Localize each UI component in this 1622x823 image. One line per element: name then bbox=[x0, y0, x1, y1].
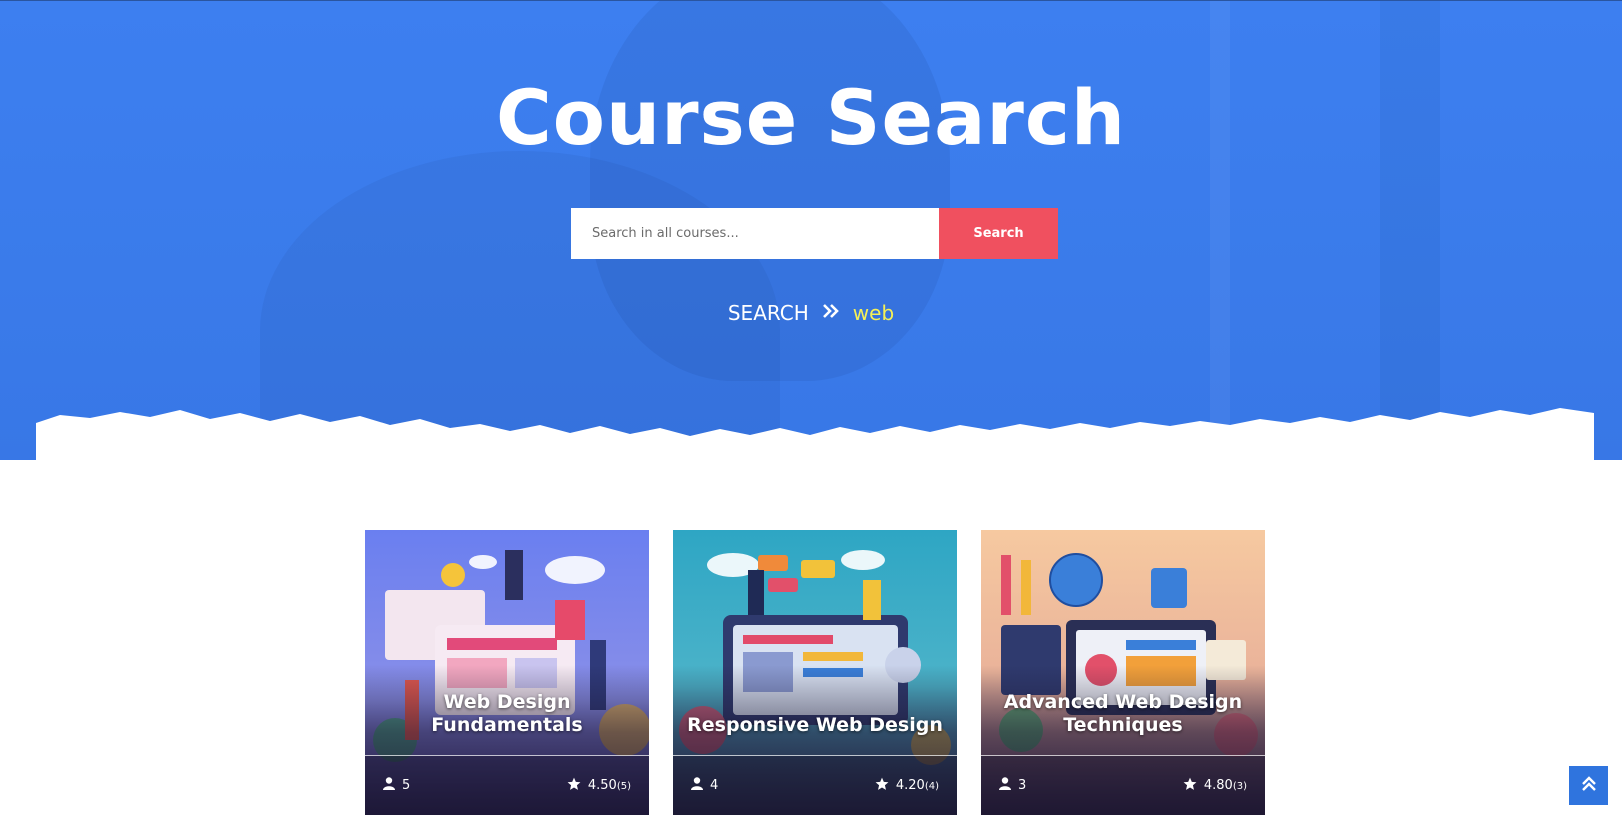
course-title[interactable]: Responsive Web Design bbox=[683, 714, 947, 737]
rating-value: 4.80 bbox=[1203, 778, 1233, 793]
breadcrumb: SEARCH web bbox=[0, 301, 1622, 325]
hero-banner: Course Search Search SEARCH web bbox=[0, 0, 1622, 460]
star-icon bbox=[1183, 777, 1197, 795]
course-title[interactable]: Advanced Web Design Techniques bbox=[991, 691, 1255, 737]
course-title[interactable]: Web Design Fundamentals bbox=[375, 691, 639, 737]
rating-count: (3) bbox=[1232, 781, 1247, 792]
breadcrumb-root[interactable]: SEARCH bbox=[728, 301, 809, 325]
rating-value: 4.50 bbox=[587, 778, 617, 793]
search-input[interactable] bbox=[571, 208, 939, 259]
student-count: 5 bbox=[402, 778, 411, 793]
torn-paper-edge bbox=[36, 408, 1594, 465]
scroll-to-top-button[interactable] bbox=[1569, 766, 1608, 805]
page-title: Course Search bbox=[495, 73, 1127, 162]
search-button[interactable]: Search bbox=[939, 208, 1058, 259]
background-photo-shelf bbox=[1380, 1, 1440, 460]
star-icon bbox=[567, 777, 581, 795]
course-card[interactable]: Responsive Web Design 4 4.20(4) bbox=[673, 530, 957, 815]
double-chevron-up-icon bbox=[1581, 775, 1596, 796]
double-chevron-right-icon bbox=[822, 299, 839, 323]
course-card[interactable]: Web Design Fundamentals 5 4.50(5) bbox=[365, 530, 649, 815]
rating-count: (4) bbox=[924, 781, 939, 792]
rating-count: (5) bbox=[616, 781, 631, 792]
star-icon bbox=[875, 777, 889, 795]
course-meta: 3 4.80(3) bbox=[981, 756, 1265, 815]
course-meta: 4 4.20(4) bbox=[673, 756, 957, 815]
student-count: 4 bbox=[710, 778, 719, 793]
rating-value: 4.20 bbox=[895, 778, 925, 793]
course-meta: 5 4.50(5) bbox=[365, 756, 649, 815]
user-icon bbox=[383, 777, 395, 794]
user-icon bbox=[691, 777, 703, 794]
user-icon bbox=[999, 777, 1011, 794]
background-photo-edge bbox=[1210, 1, 1230, 460]
course-card[interactable]: Advanced Web Design Techniques 3 4.80(3) bbox=[981, 530, 1265, 815]
student-count: 3 bbox=[1018, 778, 1027, 793]
breadcrumb-current: web bbox=[852, 301, 895, 325]
course-search-form: Search bbox=[571, 208, 1058, 259]
